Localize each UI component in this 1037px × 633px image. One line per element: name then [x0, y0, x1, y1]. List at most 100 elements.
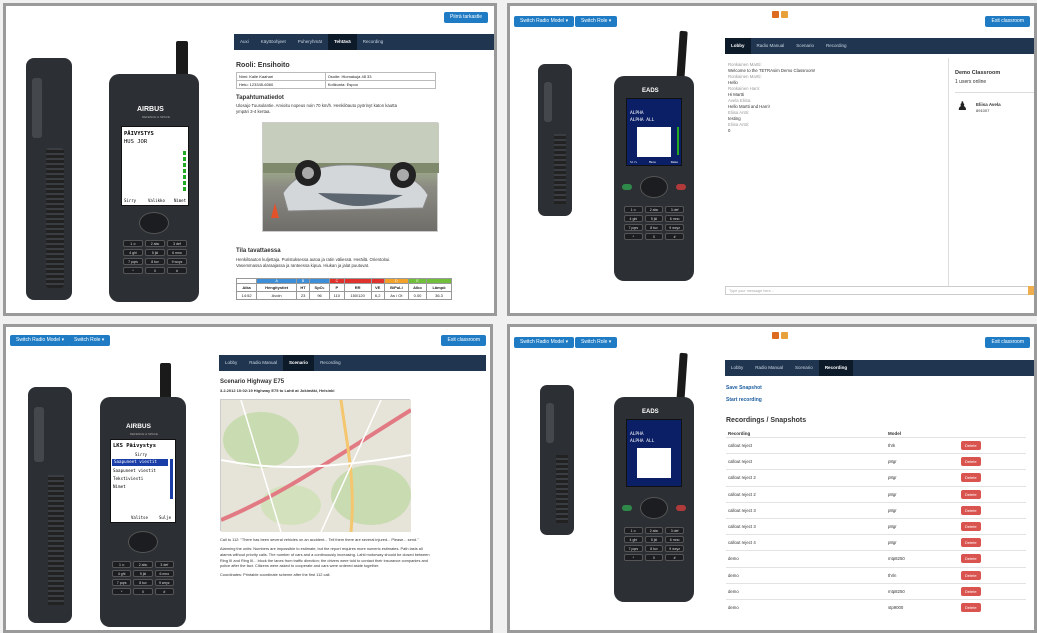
recording-row: callout reject 3 p8gr Delete: [726, 501, 1026, 518]
radio-keypad[interactable]: 1 ∞ 2 abc 3 def 4 ghi 5 jkl 6 mno 7 pqrs 8 tuv 9…: [123, 240, 187, 274]
vitals-header-cell: B/PuLi: [383, 283, 410, 292]
delete-button[interactable]: Delete: [961, 473, 981, 483]
delete-button[interactable]: Delete: [961, 570, 981, 580]
switch-radio-model-button[interactable]: Switch Radio Model ▾: [514, 337, 575, 348]
radio-side-view: [538, 64, 572, 216]
tab-manual[interactable]: Käyttöohjeet: [255, 34, 292, 50]
switch-role-button[interactable]: Switch Role ▾: [575, 16, 618, 27]
state-text: Henkilöauton kuljettaja. Puristuksessa a…: [236, 257, 391, 269]
radio-brand: EADS: [642, 409, 659, 415]
tab-lobby[interactable]: Lobby: [725, 38, 751, 54]
vitals-value-cell: Avoin: [256, 291, 298, 300]
radio-dpad[interactable]: [139, 212, 169, 234]
panel-lobby: Switch Radio Model ▾ Switch Role ▾ Exit …: [507, 3, 1037, 316]
tab-radio-manual[interactable]: Radio Manual: [751, 38, 791, 54]
tab-lobby[interactable]: Lobby: [219, 355, 243, 371]
vitals-table: ABCDE Aika Hengitystiet HT SpO₂ P RR VE B/PuLi A…: [235, 278, 452, 300]
delete-button[interactable]: Delete: [961, 522, 981, 531]
scenario-subtitle: 3.2.2012 10:02:19 Highway E75 to Lahti a…: [220, 388, 335, 393]
tab-scenario[interactable]: Scenario: [283, 355, 315, 371]
scenario-text: Call to 112: "There has been several veh…: [220, 537, 430, 578]
recording-model: p8gr: [888, 507, 897, 513]
switch-radio-model-button[interactable]: Switch Radio Model ▾: [10, 335, 71, 346]
exit-classroom-button[interactable]: Exit classroom: [441, 335, 486, 346]
incident-title: Tapahtumatiedot: [236, 95, 284, 101]
column-model: Model: [888, 431, 901, 436]
tab-scenario[interactable]: Scenario: [789, 360, 819, 376]
radio-side-view: [540, 385, 574, 535]
tab-recording[interactable]: Recording: [357, 34, 390, 50]
radio-keypad[interactable]: 1 ∞ 2 abc 3 def 4 ghi 5 jkl 6 mno 7 pqrs 8 tuv 9…: [624, 206, 684, 240]
recording-name: demo: [728, 588, 739, 594]
delete-button[interactable]: Delete: [961, 586, 981, 596]
switch-radio-model-button[interactable]: Switch Radio Model ▾: [514, 16, 575, 27]
recording-row: demo stp9000 Delete: [726, 599, 1026, 615]
end-key[interactable]: [676, 505, 686, 511]
vitals-value-cell: 6,2: [370, 291, 385, 300]
vitals-value-cell: 36.3: [426, 291, 452, 300]
softkey-center: Valikko: [148, 198, 165, 203]
radio-dpad[interactable]: [128, 531, 158, 553]
radio-brand: AIRBUS: [126, 423, 151, 430]
radio-keypad[interactable]: 1 ∞ 2 abc 3 def 4 ghi 5 jkl 6 mno 7 pqrs 8 tuv 9…: [624, 527, 684, 561]
delete-button[interactable]: Delete: [961, 603, 981, 612]
vitals-value-cell: 23: [296, 291, 311, 300]
delete-button[interactable]: Delete: [961, 538, 981, 548]
vitals-header-cell: Hengitystiet: [256, 283, 298, 292]
tab-scenario[interactable]: Scenario: [790, 38, 820, 54]
tab-recording[interactable]: Recording: [820, 38, 853, 54]
patient-info-table: Nimi: Kalle Kaahari Osoite: Hiomakuja 48 …: [236, 72, 437, 89]
vitals-header-cell: VE: [370, 283, 385, 292]
radio-brand-sub: DEFENCE & SPACE: [142, 115, 170, 119]
tab-recording[interactable]: Recording: [818, 360, 854, 376]
switch-role-button[interactable]: Switch Role ▾: [575, 337, 618, 348]
recording-model: p8gr: [888, 540, 897, 546]
radio-brand: AIRBUS: [137, 106, 164, 113]
tab-lobby[interactable]: Lobby: [725, 360, 749, 376]
tab-task[interactable]: Tehtävä: [328, 34, 357, 50]
call-key[interactable]: [622, 184, 632, 190]
recording-model: thrk: [888, 443, 896, 448]
call-key[interactable]: [622, 505, 632, 511]
tab-recording[interactable]: Recording: [314, 355, 347, 371]
vitals-header-cell: RR: [343, 283, 372, 292]
delete-button[interactable]: Delete: [961, 554, 981, 564]
save-snapshot-link[interactable]: Save Snapshot: [726, 385, 762, 391]
vitals-header-cell: Aika: [235, 283, 258, 292]
radio-keypad[interactable]: 1 ∞ 2 abc 3 def 4 ghi 5 jkl 6 mno 7 pqrs 8 tuv 9…: [112, 561, 174, 595]
start-recording-link[interactable]: Start recording: [726, 397, 762, 403]
radio-brand-sub: DEFENCE & SPACE: [130, 432, 158, 436]
radio-dpad[interactable]: [640, 497, 668, 519]
recording-row: demo thrln Delete: [726, 566, 1026, 583]
send-button[interactable]: [1028, 286, 1034, 295]
tab-talkgroups[interactable]: Puheryhmät: [292, 34, 328, 50]
chat-log: Ronkainen Martti: Welcome to the TETRAsim…: [728, 62, 815, 134]
delete-button[interactable]: Delete: [961, 505, 981, 515]
recording-model: p8gr: [888, 475, 897, 481]
recording-name: callout reject 4: [728, 540, 756, 546]
draw-button[interactable]: Piirrä tarkastle: [444, 12, 488, 23]
radio-dpad[interactable]: [640, 176, 668, 198]
exit-classroom-button[interactable]: Exit classroom: [985, 16, 1030, 27]
tab-radio-manual[interactable]: Radio Manual: [243, 355, 283, 371]
softkey-center: Menu: [649, 160, 657, 164]
tab-radio-manual[interactable]: Radio Manual: [749, 360, 789, 376]
radio-antenna: [676, 352, 688, 404]
vitals-header-cell: Alko: [407, 283, 428, 292]
delete-button[interactable]: Delete: [961, 489, 981, 499]
message-input[interactable]: Type your message here...: [725, 286, 1030, 295]
tab-aux[interactable]: Auxi: [234, 34, 255, 50]
screen-line: ALPHA ALL: [630, 439, 655, 444]
recording-row: callout reject 3 p8gr Delete: [726, 518, 1026, 534]
exit-classroom-button[interactable]: Exit classroom: [985, 337, 1030, 348]
delete-button[interactable]: Delete: [961, 441, 981, 450]
recording-name: callout reject: [728, 443, 753, 448]
radio-front: EADS ALPHA ALPHA ALL 1 ∞ 2 abc 3 def 4 ghi 5…: [614, 397, 694, 602]
delete-button[interactable]: Delete: [961, 457, 981, 467]
switch-role-button[interactable]: Switch Role ▾: [68, 335, 111, 346]
recording-row: callout reject thrk Delete: [726, 437, 1026, 453]
user-avatar-icon: ♟: [957, 99, 968, 113]
user-id: 891007: [976, 108, 990, 113]
tab-bar: Lobby Radio Manual Scenario Recording: [219, 355, 486, 371]
end-key[interactable]: [676, 184, 686, 190]
